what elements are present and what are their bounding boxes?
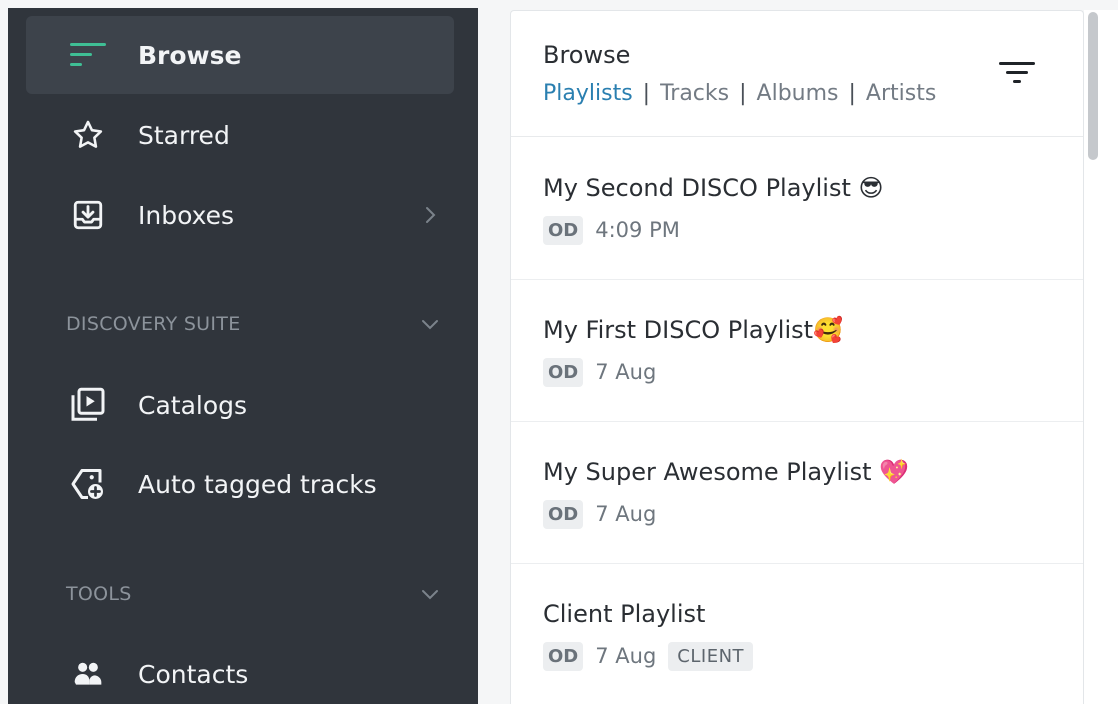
contacts-icon bbox=[70, 656, 106, 692]
playlist-title: My Super Awesome Playlist 💖 bbox=[543, 458, 909, 486]
tab-artists[interactable]: Artists bbox=[866, 81, 936, 106]
sidebar-item-catalogs[interactable]: Catalogs bbox=[26, 366, 454, 444]
tab-separator: | bbox=[848, 81, 856, 106]
sidebar: Browse Starred Inboxes DISCOVERY SUITE C… bbox=[8, 8, 478, 704]
chevron-right-icon bbox=[418, 203, 442, 227]
browse-icon bbox=[70, 37, 106, 73]
sidebar-item-label: Auto tagged tracks bbox=[138, 469, 377, 499]
sparkling-heart-emoji-icon: 💖 bbox=[879, 458, 910, 486]
sidebar-item-auto-tagged-tracks[interactable]: Auto tagged tracks bbox=[26, 445, 454, 523]
status-badge: CLIENT bbox=[668, 641, 754, 671]
filter-button[interactable] bbox=[997, 59, 1037, 91]
avatar: OD bbox=[543, 357, 584, 387]
section-tools[interactable]: TOOLS bbox=[26, 574, 454, 614]
catalog-icon bbox=[70, 387, 106, 423]
avatar: OD bbox=[543, 641, 584, 671]
sidebar-item-contacts[interactable]: Contacts bbox=[26, 635, 454, 704]
section-label: DISCOVERY SUITE bbox=[66, 313, 241, 335]
tab-albums[interactable]: Albums bbox=[757, 81, 839, 106]
sidebar-item-label: Starred bbox=[138, 120, 230, 150]
panel-header: Browse Playlists | Tracks | Albums | Art… bbox=[511, 11, 1083, 137]
timestamp: 7 Aug bbox=[595, 644, 657, 668]
playlist-name: Client Playlist bbox=[543, 600, 706, 628]
sunglasses-emoji-icon: 😎 bbox=[858, 174, 884, 202]
timestamp: 4:09 PM bbox=[595, 218, 680, 242]
smiling-hearts-emoji-icon: 🥰 bbox=[813, 316, 843, 344]
filter-icon bbox=[999, 59, 1035, 91]
list-item[interactable]: My Second DISCO Playlist 😎 OD 4:09 PM bbox=[511, 138, 1083, 280]
avatar: OD bbox=[543, 499, 584, 529]
list-item[interactable]: My Super Awesome Playlist 💖 OD 7 Aug bbox=[511, 422, 1083, 564]
playlist-meta: OD 7 Aug CLIENT bbox=[543, 640, 754, 672]
playlist-title: My First DISCO Playlist🥰 bbox=[543, 316, 843, 344]
list-item[interactable]: Client Playlist OD 7 Aug CLIENT bbox=[511, 564, 1083, 704]
playlist-meta: OD 4:09 PM bbox=[543, 214, 680, 246]
playlist-meta: OD 7 Aug bbox=[543, 356, 656, 388]
tab-playlists[interactable]: Playlists bbox=[543, 81, 633, 106]
sidebar-item-browse[interactable]: Browse bbox=[26, 16, 454, 94]
star-icon bbox=[70, 117, 106, 153]
avatar: OD bbox=[543, 215, 584, 245]
list-item[interactable]: My First DISCO Playlist🥰 OD 7 Aug bbox=[511, 280, 1083, 422]
timestamp: 7 Aug bbox=[595, 360, 657, 384]
sidebar-item-inboxes[interactable]: Inboxes bbox=[26, 176, 454, 254]
auto-tag-icon bbox=[70, 466, 106, 502]
browse-panel: Browse Playlists | Tracks | Albums | Art… bbox=[510, 10, 1084, 704]
section-discovery-suite[interactable]: DISCOVERY SUITE bbox=[26, 304, 454, 344]
sidebar-item-starred[interactable]: Starred bbox=[26, 96, 454, 174]
playlist-title: Client Playlist bbox=[543, 600, 705, 628]
chevron-down-icon bbox=[418, 582, 442, 606]
inbox-icon bbox=[70, 197, 106, 233]
tab-tracks[interactable]: Tracks bbox=[660, 81, 729, 106]
tab-separator: | bbox=[642, 81, 651, 106]
playlist-name: My Super Awesome Playlist bbox=[543, 458, 880, 486]
sidebar-item-label: Browse bbox=[138, 40, 242, 70]
sidebar-item-label: Contacts bbox=[138, 659, 249, 689]
chevron-down-icon bbox=[418, 312, 442, 336]
scrollbar-thumb[interactable] bbox=[1088, 12, 1098, 160]
page-title: Browse bbox=[543, 41, 631, 69]
section-label: TOOLS bbox=[66, 583, 132, 605]
playlist-name: My First DISCO Playlist bbox=[543, 316, 814, 344]
playlist-title: My Second DISCO Playlist 😎 bbox=[543, 174, 884, 202]
sidebar-item-label: Inboxes bbox=[138, 200, 235, 230]
playlist-meta: OD 7 Aug bbox=[543, 498, 656, 530]
playlist-name: My Second DISCO Playlist bbox=[543, 174, 859, 202]
tab-separator: | bbox=[739, 81, 747, 106]
timestamp: 7 Aug bbox=[595, 502, 657, 526]
browse-tabs: Playlists | Tracks | Albums | Artists bbox=[543, 81, 936, 106]
sidebar-item-label: Catalogs bbox=[138, 390, 248, 420]
